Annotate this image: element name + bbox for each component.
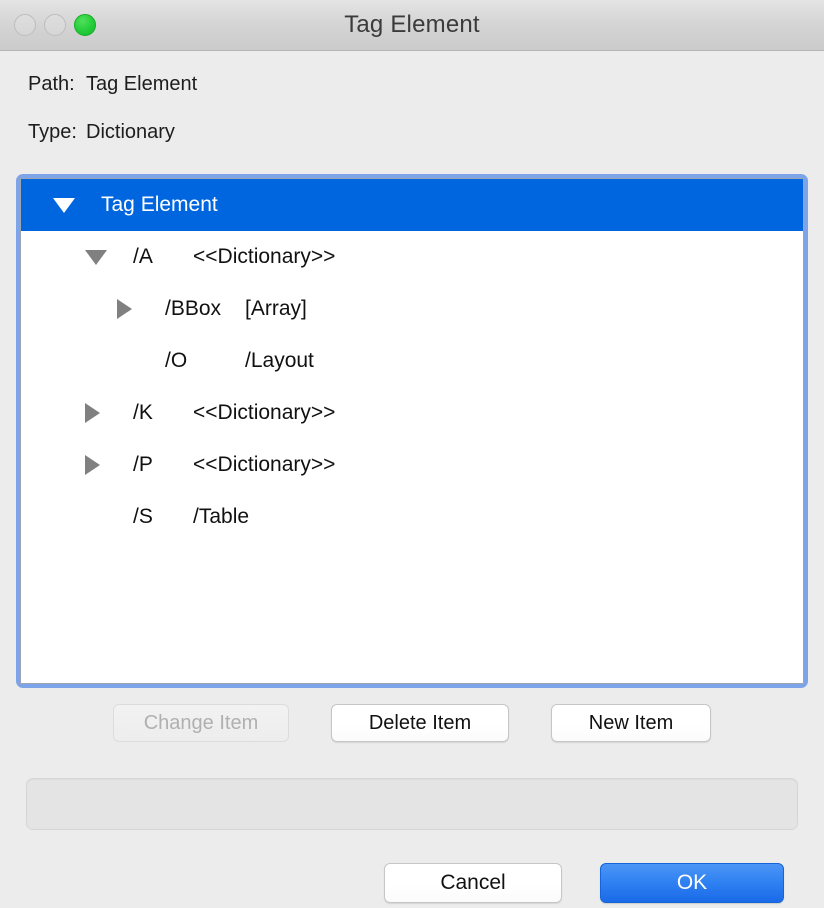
tree-row-key: Tag Element <box>101 193 218 217</box>
tree-row-value: <<Dictionary>> <box>193 401 335 425</box>
close-button <box>14 14 36 36</box>
disclosure-triangle-down-icon[interactable] <box>53 198 75 213</box>
tree-row-key: /K <box>133 401 153 425</box>
path-value: Tag Element <box>86 73 197 96</box>
tree-row-value: /Layout <box>245 349 314 373</box>
ok-button[interactable]: OK <box>600 863 784 903</box>
disclosure-triangle-down-icon[interactable] <box>85 250 107 265</box>
tree-row-key: /P <box>133 453 153 477</box>
delete-item-button[interactable]: Delete Item <box>331 704 509 742</box>
tag-tree-view[interactable]: Tag Element/A<<Dictionary>>/BBox[Array]/… <box>20 178 804 684</box>
value-input <box>26 778 798 830</box>
type-label: Type: <box>0 121 86 144</box>
zoom-button[interactable] <box>74 14 96 36</box>
tree-row[interactable]: /P <<Dictionary>> <box>21 439 803 491</box>
tree-focus-ring: Tag Element/A<<Dictionary>>/BBox[Array]/… <box>16 174 808 688</box>
tree-row[interactable]: /O/Layout <box>21 335 803 387</box>
change-item-button: Change Item <box>113 704 289 742</box>
window-titlebar: Tag Element <box>0 0 824 51</box>
tree-row-value: <<Dictionary>> <box>193 453 335 477</box>
info-section: Path: Tag Element Type: Dictionary <box>0 51 824 169</box>
tree-row[interactable]: /BBox [Array] <box>21 283 803 335</box>
new-item-button[interactable]: New Item <box>551 704 711 742</box>
traffic-light-group <box>14 0 96 50</box>
tree-row-key: /BBox <box>165 297 221 321</box>
tree-row-value: /Table <box>193 505 249 529</box>
tree-row-key: /A <box>133 245 153 269</box>
disclosure-triangle-right-icon[interactable] <box>117 299 132 319</box>
path-row: Path: Tag Element <box>0 73 824 121</box>
tree-row-key: /S <box>133 505 153 529</box>
footer-button-row: Cancel OK <box>0 863 824 903</box>
disclosure-triangle-right-icon[interactable] <box>85 403 100 423</box>
window-title: Tag Element <box>344 11 480 39</box>
tree-row[interactable]: Tag Element <box>21 179 803 231</box>
path-label: Path: <box>0 73 86 96</box>
tag-element-dialog: Tag Element Path: Tag Element Type: Dict… <box>0 0 824 908</box>
type-value: Dictionary <box>86 121 175 144</box>
item-button-row: Change Item Delete Item New Item <box>0 704 824 742</box>
type-row: Type: Dictionary <box>0 121 824 169</box>
tree-row[interactable]: /A <<Dictionary>> <box>21 231 803 283</box>
minimize-button <box>44 14 66 36</box>
tree-row-key: /O <box>165 349 187 373</box>
tree-row-value: <<Dictionary>> <box>193 245 335 269</box>
tree-row[interactable]: /S/Table <box>21 491 803 543</box>
tree-row[interactable]: /K <<Dictionary>> <box>21 387 803 439</box>
cancel-button[interactable]: Cancel <box>384 863 562 903</box>
disclosure-triangle-right-icon[interactable] <box>85 455 100 475</box>
tree-row-value: [Array] <box>245 297 307 321</box>
